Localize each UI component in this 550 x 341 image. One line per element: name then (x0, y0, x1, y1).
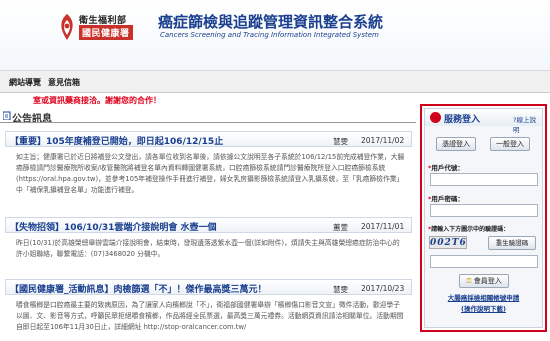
username-label: *用戶代號： (428, 164, 464, 172)
captcha-label-text: 請輸入下方圖示中的驗證碼： (431, 226, 510, 233)
post-date: 2017/11/01 (361, 222, 405, 231)
post-header: 【失物招領】106/10/31雲端介接說明會 水壺一個 蕙萱 2017/11/0… (5, 217, 412, 233)
top-nav: 網站導覽 意見信箱 (0, 70, 550, 93)
member-login-label: 會員登入 (473, 277, 502, 285)
captcha-input[interactable] (430, 255, 538, 268)
nav-sitemap-link[interactable]: 網站導覽 (9, 77, 41, 88)
post-date: 2017/11/02 (361, 136, 405, 145)
nav-feedback-link[interactable]: 意見信箱 (48, 77, 80, 88)
key-icon: ⚿ (466, 277, 472, 285)
post-title-link[interactable]: 【國民健康署_活動訊息】肉檢篩選「不」！傑作最高獎三萬元！ (10, 282, 267, 295)
normal-login-button[interactable]: 一般登入 (490, 137, 530, 151)
account-apply-link[interactable]: 大腸癌採檢相關帳號申請 (425, 292, 542, 302)
help-link[interactable]: ?線上說明 (513, 114, 542, 134)
login-header: 服務登入 ?線上說明 (425, 109, 542, 134)
post-header: 【國民健康署_活動訊息】肉檢篩選「不」！傑作最高獎三萬元！ 慧雯 2017/10… (5, 279, 412, 295)
post-author: 慧雯 (333, 285, 348, 294)
password-label-text: 用戶密碼： (431, 195, 464, 203)
hpa-logo-icon (61, 14, 73, 40)
announcements-header: 公告訊息 (0, 109, 416, 125)
post-author: 慧雯 (333, 137, 348, 146)
system-subtitle: Cancers Screening and Tracing Informatio… (160, 31, 379, 39)
system-title: 癌症篩檢與追蹤管理資訊整合系統 (158, 13, 384, 31)
post-date: 2017/10/23 (361, 284, 405, 293)
refresh-captcha-button[interactable]: 重生驗證碼 (488, 236, 536, 250)
username-input[interactable] (430, 173, 538, 186)
member-login-button[interactable]: ⚿ 會員登入 (459, 274, 509, 288)
post-header: 【重要】105年度補登已開始，即日起106/12/15止 慧雯 2017/11/… (5, 131, 412, 147)
manual-download-link[interactable]: (操作說明下載) (425, 303, 542, 313)
password-label: *用戶密碼： (428, 195, 464, 203)
username-label-text: 用戶代號： (431, 164, 464, 172)
post-body: 昨日(10/31)於高雄榮總舉辦雲端介接說明會，結束時，發現遺落透紫水壺一個(詳… (16, 239, 400, 258)
post-author: 蕙萱 (333, 223, 348, 232)
post-body: 如主旨；健康署已於近日將補登公文發出，請各單位收到名單後，請依據公文說明至各子系… (16, 153, 405, 194)
post-body: 嚼食檳榔是口腔癌最主要的致病原因，為了讓家人向檳榔說「不」，衛福部國健署舉辦「檳… (16, 301, 404, 331)
cert-login-button[interactable]: 憑證登入 (436, 137, 476, 151)
user-icon (430, 112, 441, 123)
login-title: 服務登入 (444, 115, 481, 125)
password-input[interactable] (430, 204, 538, 217)
announcement-icon (3, 111, 11, 120)
post-title-link[interactable]: 【失物招領】106/10/31雲端介接說明會 水壺一個 (10, 220, 217, 233)
captcha-image: 002T6 (429, 236, 467, 249)
captcha-label: *請輸入下方圖示中的驗證碼： (428, 226, 510, 233)
announcements-divider (0, 122, 416, 123)
login-panel: 服務登入 ?線上說明 憑證登入 一般登入 *用戶代號： *用戶密碼： *請輸入下… (420, 104, 547, 332)
site-header: 衛生福利部 國民健康署 癌症篩檢與追蹤管理資訊整合系統 Cancers Scre… (0, 0, 550, 70)
marquee-notice: 室或資訊藥商接洽。謝謝您的合作！ (33, 96, 161, 105)
agency-name: 國民健康署 (79, 25, 133, 40)
post-title-link[interactable]: 【重要】105年度補登已開始，即日起106/12/15止 (10, 134, 223, 147)
login-panel-inner: 服務登入 ?線上說明 憑證登入 一般登入 *用戶代號： *用戶密碼： *請輸入下… (424, 108, 543, 328)
